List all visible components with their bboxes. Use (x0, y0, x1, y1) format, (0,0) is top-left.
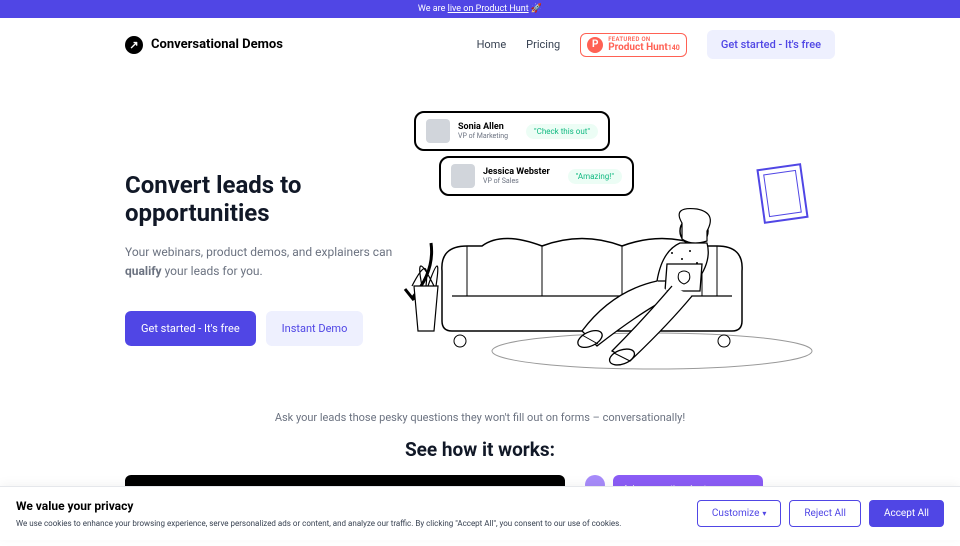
hero-section: Convert leads to opportunities Your webi… (0, 71, 960, 401)
cookie-reject-button[interactable]: Reject All (789, 500, 861, 527)
cookie-accept-button[interactable]: Accept All (869, 500, 944, 527)
couch-illustration (409, 191, 835, 371)
nav-pricing[interactable]: Pricing (526, 38, 560, 51)
section-subtitle: Ask your leads those pesky questions the… (125, 411, 835, 424)
hero-title: Convert leads to opportunities (125, 171, 409, 227)
logo-icon (125, 36, 143, 54)
banner-link[interactable]: live on Product Hunt (448, 4, 529, 14)
banner-emoji: 🚀 (531, 4, 542, 14)
brand-name: Conversational Demos (151, 37, 283, 52)
avatar (426, 119, 450, 143)
avatar (451, 164, 475, 188)
nav-home[interactable]: Home (477, 38, 507, 51)
top-banner: We are live on Product Hunt 🚀 (0, 0, 960, 18)
cookie-text: We use cookies to enhance your browsing … (16, 519, 621, 528)
instant-demo-button[interactable]: Instant Demo (266, 311, 364, 346)
cookie-consent-bar: We value your privacy We use cookies to … (0, 486, 960, 540)
chat-card: Jessica Webster VP of Sales "Amazing!" (439, 156, 634, 196)
header-cta-button[interactable]: Get started - It's free (707, 30, 835, 59)
chat-card: Sonia Allen VP of Marketing "Check this … (414, 111, 610, 151)
nav: Home Pricing P FEATURED ON Product Hunt1… (477, 30, 835, 59)
hero-illustration: Sonia Allen VP of Marketing "Check this … (409, 111, 835, 371)
chevron-down-icon: ▾ (762, 509, 766, 518)
get-started-button[interactable]: Get started - It's free (125, 311, 256, 346)
hero-subtitle: Your webinars, product demos, and explai… (125, 243, 409, 281)
cookie-customize-button[interactable]: Customize▾ (697, 500, 781, 527)
header: Conversational Demos Home Pricing P FEAT… (0, 18, 960, 71)
ph-icon: P (587, 37, 603, 53)
product-hunt-badge[interactable]: P FEATURED ON Product Hunt140 (580, 33, 687, 57)
cookie-title: We value your privacy (16, 499, 621, 513)
banner-prefix: We are (418, 4, 448, 14)
logo[interactable]: Conversational Demos (125, 36, 283, 54)
section-title: See how it works: (125, 438, 835, 461)
